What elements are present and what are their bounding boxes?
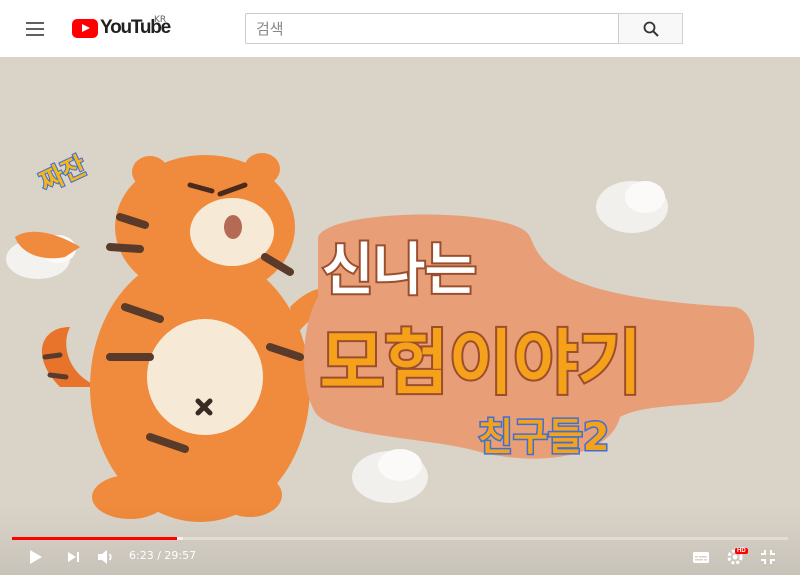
cloud-icon (596, 181, 668, 233)
hamburger-icon-bar (26, 34, 44, 36)
exit-fullscreen-icon (761, 550, 775, 564)
title-line-3: 친구들2 (478, 415, 609, 459)
tiger-character (15, 153, 340, 522)
time-display: 6:23 / 29:57 (129, 549, 197, 562)
video-thumbnail: 짜잔 신나는 모험이야기 친구들2 (6, 150, 755, 522)
youtube-logo[interactable]: YouTube KR (72, 15, 171, 39)
search-icon (643, 21, 659, 37)
volume-button[interactable] (96, 547, 116, 567)
exclaim-text: 짜잔 (34, 150, 92, 199)
subtitles-button[interactable] (690, 547, 712, 567)
next-button[interactable] (66, 547, 82, 567)
play-button[interactable] (28, 547, 44, 567)
search-input[interactable] (245, 13, 619, 44)
hd-badge: HD (735, 548, 748, 554)
hamburger-icon-bar (26, 28, 44, 30)
search-button[interactable] (619, 13, 683, 44)
volume-icon (98, 550, 107, 564)
exit-fullscreen-button[interactable] (758, 547, 778, 567)
youtube-play-icon (72, 18, 98, 38)
title-line-2: 모험이야기 (320, 322, 642, 404)
controls-gradient (0, 505, 800, 575)
search-bar (245, 13, 683, 44)
title-line-1: 신나는 (322, 238, 477, 303)
progress-played (12, 537, 177, 540)
cloud-icon (352, 449, 428, 503)
video-player[interactable]: 짜잔 신나는 모험이야기 친구들2 6:23 / 29:57 HD (0, 57, 800, 575)
svg-text:짜잔: 짜잔 (35, 151, 91, 198)
next-icon (68, 552, 76, 562)
menu-button[interactable] (24, 19, 46, 37)
country-code: KR (154, 15, 167, 25)
progress-bar[interactable] (12, 537, 788, 540)
masthead: YouTube KR (0, 0, 800, 57)
hamburger-icon-bar (26, 22, 44, 24)
play-icon (30, 550, 42, 564)
